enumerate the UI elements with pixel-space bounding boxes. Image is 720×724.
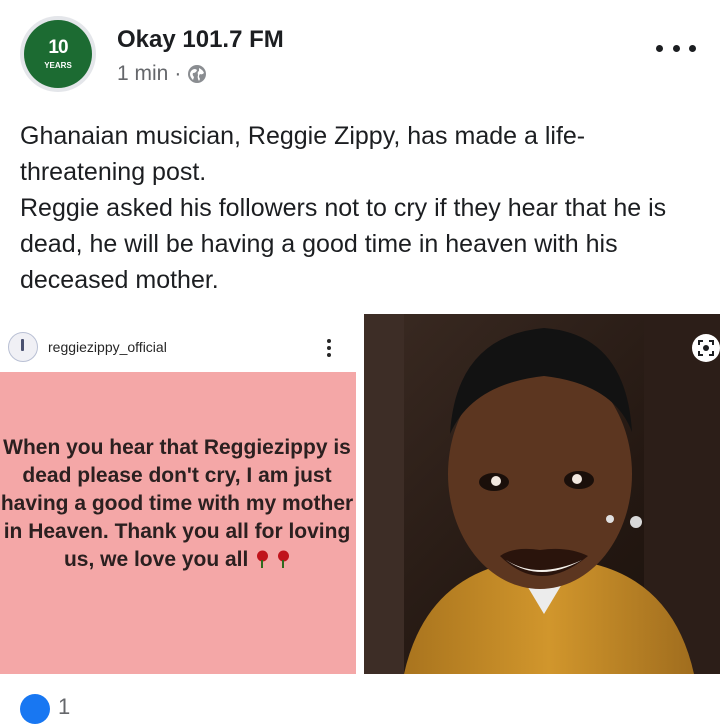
visual-search-icon[interactable] <box>692 334 720 362</box>
more-dot <box>672 44 680 52</box>
like-icon[interactable] <box>20 694 50 724</box>
ig-avatar <box>8 332 38 362</box>
reaction-count[interactable]: 1 <box>58 694 70 720</box>
post-message: Ghanaian musician, Reggie Zippy, has mad… <box>20 118 700 298</box>
ig-quote-card: When you hear that Reggiezippy is dead p… <box>0 372 356 674</box>
meta-separator: · <box>174 62 182 85</box>
rose-icon <box>277 548 290 568</box>
okay-fm-logo: 10 YEARS <box>24 20 92 88</box>
page-avatar[interactable]: 10 YEARS <box>20 16 96 92</box>
more-options-button[interactable] <box>656 36 696 60</box>
ig-more-icon <box>326 339 332 357</box>
post-image-photo[interactable] <box>364 314 720 674</box>
logo-years-text: YEARS <box>44 61 72 70</box>
ig-quote-content: When you hear that Reggiezippy is dead p… <box>0 436 354 571</box>
more-dot <box>689 44 696 52</box>
more-dot <box>656 44 663 52</box>
rose-icon <box>256 548 269 568</box>
globe-icon <box>187 64 207 84</box>
post-image-instagram-screenshot[interactable]: reggiezippy_official When you hear that … <box>0 314 356 674</box>
portrait-photo <box>364 314 720 674</box>
post-paragraph: Reggie asked his followers not to cry if… <box>20 194 667 294</box>
ig-quote-text: When you hear that Reggiezippy is dead p… <box>0 434 356 574</box>
ig-header: reggiezippy_official <box>0 314 356 373</box>
page-name-link[interactable]: Okay 101.7 FM <box>117 26 284 54</box>
post-timestamp[interactable]: 1 min <box>117 62 168 86</box>
post-paragraph: Ghanaian musician, Reggie Zippy, has mad… <box>20 122 586 186</box>
post-meta: 1 min · <box>117 62 207 86</box>
ig-username: reggiezippy_official <box>48 339 167 355</box>
logo-ten-text: 10 <box>48 37 68 58</box>
